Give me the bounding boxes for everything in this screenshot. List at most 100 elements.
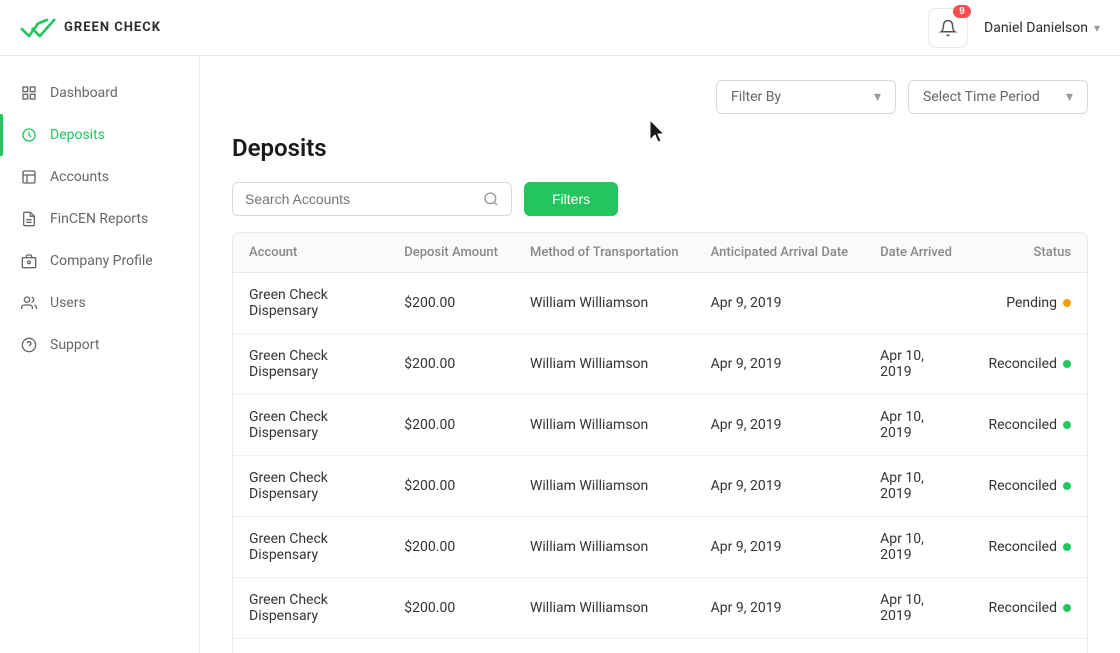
- status-text: Reconciled: [988, 478, 1057, 494]
- status-dot: [1063, 482, 1071, 490]
- table-row: Green Check Dispensary $200.00 William W…: [233, 456, 1087, 517]
- sidebar: Dashboard Deposits Accounts: [0, 56, 200, 653]
- page-title: Deposits: [232, 134, 1088, 162]
- cell-status: Reconciled: [972, 517, 1087, 578]
- table-row: Green Check Dispensary $200.00 William W…: [233, 273, 1087, 334]
- deposits-table-container: Account Deposit Amount Method of Transpo…: [232, 232, 1088, 653]
- cell-deposit-amount: $200.00: [388, 517, 514, 578]
- cell-method: William Williamson: [514, 639, 695, 653]
- status-text: Reconciled: [988, 600, 1057, 616]
- cell-method: William Williamson: [514, 456, 695, 517]
- cell-deposit-amount: $200.00: [388, 578, 514, 639]
- col-header-account: Account: [233, 233, 388, 273]
- cell-arrived: Apr 10, 2019: [864, 334, 972, 395]
- cell-arrived: Apr 10, 2019: [864, 456, 972, 517]
- col-header-deposit-amount: Deposit Amount: [388, 233, 514, 273]
- table-row: Green Check Dispensary $200.00 William W…: [233, 395, 1087, 456]
- status-dot: [1063, 299, 1071, 307]
- status-text: Pending: [1006, 295, 1057, 311]
- bell-icon: [939, 19, 957, 37]
- cell-account: Green Check Dispensary: [233, 639, 388, 653]
- status-text: Reconciled: [988, 356, 1057, 372]
- status-dot: [1063, 604, 1071, 612]
- cell-status: Pending: [972, 273, 1087, 334]
- logo-area: GREEN CHECK: [20, 16, 220, 40]
- status-text: Reconciled: [988, 417, 1057, 433]
- col-header-anticipated: Anticipated Arrival Date: [695, 233, 864, 273]
- table-header-row: Account Deposit Amount Method of Transpo…: [233, 233, 1087, 273]
- status-text: Reconciled: [988, 539, 1057, 555]
- logo-icon: [20, 16, 56, 40]
- cell-deposit-amount: $200.00: [388, 639, 514, 653]
- sidebar-label-dashboard: Dashboard: [50, 85, 118, 101]
- filters-button[interactable]: Filters: [524, 182, 618, 216]
- sidebar-item-fincen[interactable]: FinCEN Reports: [0, 198, 199, 240]
- cell-account: Green Check Dispensary: [233, 517, 388, 578]
- cell-anticipated: Apr 9, 2019: [695, 273, 864, 334]
- table-row: Green Check Dispensary $200.00 William W…: [233, 334, 1087, 395]
- status-dot: [1063, 543, 1071, 551]
- header-right: 9 Daniel Danielson ▾: [928, 8, 1100, 48]
- sidebar-label-company-profile: Company Profile: [50, 253, 153, 269]
- sidebar-label-support: Support: [50, 337, 99, 353]
- main-content: Filter By ▾ Select Time Period ▾ Deposit…: [200, 56, 1120, 653]
- cell-deposit-amount: $200.00: [388, 334, 514, 395]
- cell-arrived: Apr 10, 2019: [864, 517, 972, 578]
- cell-anticipated: Apr 9, 2019: [695, 334, 864, 395]
- sidebar-item-users[interactable]: Users: [0, 282, 199, 324]
- cell-anticipated: Apr 9, 2019: [695, 578, 864, 639]
- status-dot: [1063, 360, 1071, 368]
- cell-account: Green Check Dispensary: [233, 395, 388, 456]
- cell-status: Reconciled: [972, 334, 1087, 395]
- table-row: Green Check Dispensary $200.00 William W…: [233, 578, 1087, 639]
- sidebar-label-deposits: Deposits: [50, 127, 105, 143]
- filter-chevron-icon: ▾: [874, 89, 881, 105]
- accounts-icon: [20, 168, 38, 186]
- col-header-arrived: Date Arrived: [864, 233, 972, 273]
- time-period-select[interactable]: Select Time Period ▾: [908, 80, 1088, 114]
- top-header: GREEN CHECK 9 Daniel Danielson ▾: [0, 0, 1120, 56]
- cell-deposit-amount: $200.00: [388, 395, 514, 456]
- chevron-down-icon: ▾: [1094, 21, 1100, 35]
- cell-method: William Williamson: [514, 334, 695, 395]
- deposits-icon: [20, 126, 38, 144]
- support-icon: [20, 336, 38, 354]
- cell-status: Reconciled: [972, 578, 1087, 639]
- dashboard-icon: [20, 84, 38, 102]
- cell-anticipated: Apr 9, 2019: [695, 456, 864, 517]
- table-row: Green Check Dispensary $200.00 William W…: [233, 639, 1087, 653]
- cell-account: Green Check Dispensary: [233, 578, 388, 639]
- sidebar-item-company-profile[interactable]: Company Profile: [0, 240, 199, 282]
- cell-arrived: Apr 10, 2019: [864, 578, 972, 639]
- notification-button[interactable]: 9: [928, 8, 968, 48]
- cell-deposit-amount: $200.00: [388, 273, 514, 334]
- col-header-method: Method of Transportation: [514, 233, 695, 273]
- search-input[interactable]: [245, 191, 475, 207]
- search-box[interactable]: [232, 182, 512, 216]
- cell-status: Reconciled: [972, 639, 1087, 653]
- status-dot: [1063, 421, 1071, 429]
- search-filter-row: Filters: [232, 182, 1088, 216]
- deposits-table: Account Deposit Amount Method of Transpo…: [233, 233, 1087, 653]
- filter-by-select[interactable]: Filter By ▾: [716, 80, 896, 114]
- sidebar-item-deposits[interactable]: Deposits: [0, 114, 199, 156]
- cell-arrived: [864, 273, 972, 334]
- cell-method: William Williamson: [514, 273, 695, 334]
- users-icon: [20, 294, 38, 312]
- cell-method: William Williamson: [514, 517, 695, 578]
- cell-method: William Williamson: [514, 395, 695, 456]
- sidebar-item-support[interactable]: Support: [0, 324, 199, 366]
- col-header-status: Status: [972, 233, 1087, 273]
- cell-account: Green Check Dispensary: [233, 456, 388, 517]
- cell-anticipated: Apr 9, 2019: [695, 517, 864, 578]
- company-profile-icon: [20, 252, 38, 270]
- cell-anticipated: Apr 9, 2019: [695, 639, 864, 653]
- sidebar-item-dashboard[interactable]: Dashboard: [0, 72, 199, 114]
- fincen-icon: [20, 210, 38, 228]
- user-area[interactable]: Daniel Danielson ▾: [984, 20, 1100, 36]
- cell-deposit-amount: $200.00: [388, 456, 514, 517]
- cell-method: William Williamson: [514, 578, 695, 639]
- sidebar-label-users: Users: [50, 295, 86, 311]
- sidebar-item-accounts[interactable]: Accounts: [0, 156, 199, 198]
- cell-anticipated: Apr 9, 2019: [695, 395, 864, 456]
